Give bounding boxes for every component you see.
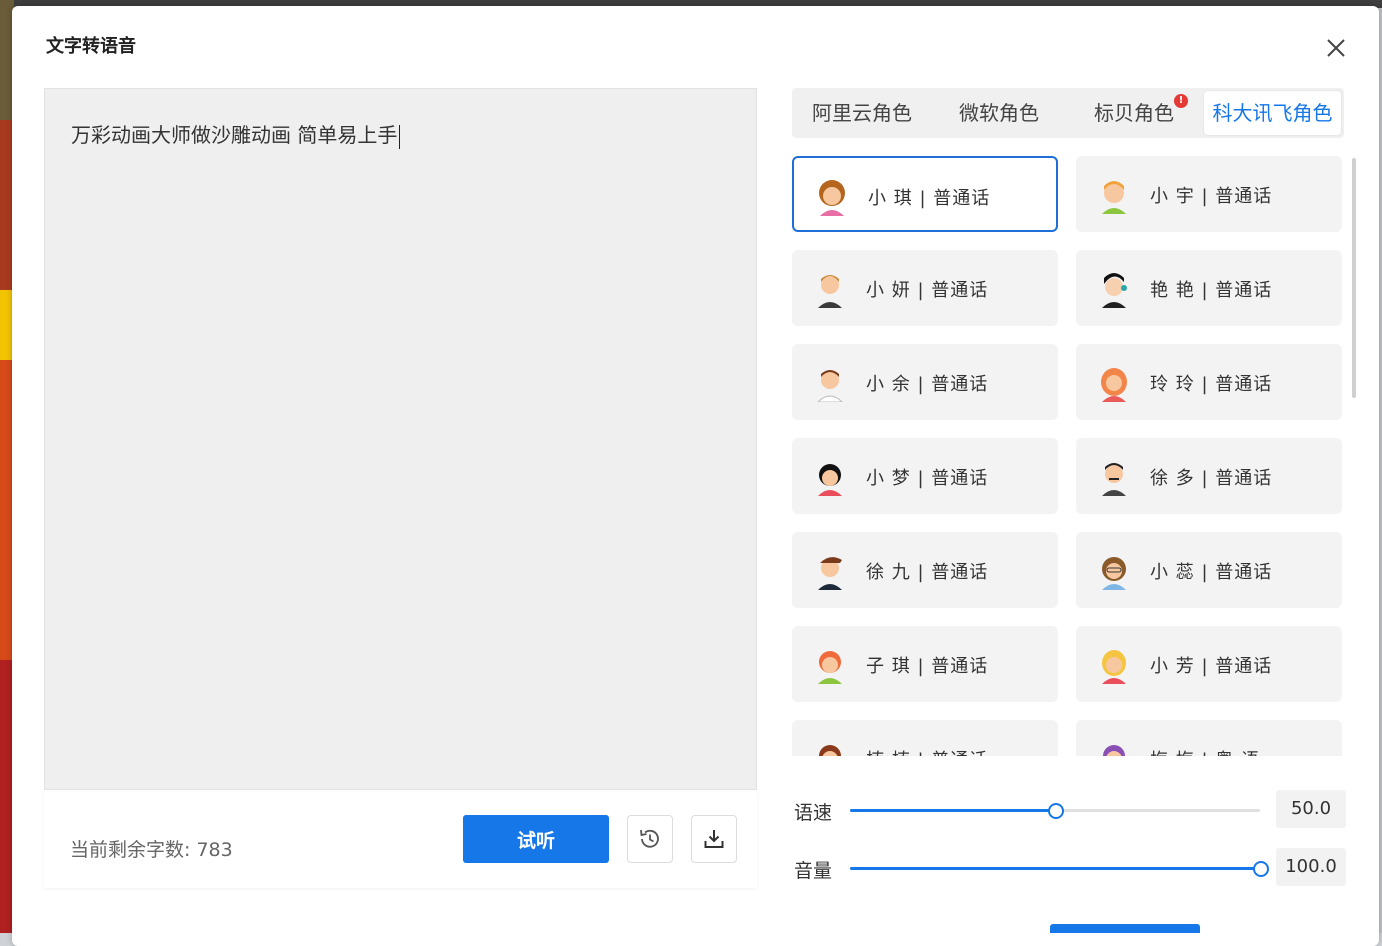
voice-name: 梅 梅 | 粤 语 <box>1150 746 1260 756</box>
voice-card[interactable]: 楠 楠 | 普通话 <box>792 720 1058 756</box>
text-caret <box>399 124 401 149</box>
voice-name: 小 宇 | 普通话 <box>1150 186 1273 207</box>
volume-slider-fill <box>850 867 1260 870</box>
avatar-icon <box>818 651 842 684</box>
voice-name: 小 芳 | 普通话 <box>1150 656 1273 677</box>
voice-name: 徐 九 | 普通话 <box>866 562 989 583</box>
voice-card[interactable]: 徐 九 | 普通话 <box>792 532 1058 608</box>
voice-name: 小 余 | 普通话 <box>866 374 989 395</box>
avatar-icon <box>817 370 843 402</box>
avatar-icon <box>818 275 842 308</box>
dialog-title: 文字转语音 <box>46 36 136 57</box>
voice-name: 小 梦 | 普通话 <box>866 468 989 489</box>
close-button[interactable] <box>1322 34 1350 62</box>
remaining-count: 783 <box>196 839 233 861</box>
remaining-label: 当前剩余字数: <box>70 839 191 861</box>
text-input-area[interactable]: 万彩动画大师做沙雕动画 简单易上手 <box>44 88 757 790</box>
voice-list-scrollbar[interactable] <box>1352 158 1356 398</box>
tab-aliyun[interactable]: 阿里云角色 <box>792 88 932 138</box>
tab-iflytek[interactable]: 科大讯飞角色 <box>1204 91 1341 135</box>
volume-value-input[interactable]: 100.0 <box>1276 848 1346 886</box>
voice-card[interactable]: 梅 梅 | 粤 语 <box>1076 720 1342 756</box>
voice-card[interactable]: 小 妍 | 普通话 <box>792 250 1058 326</box>
voice-list[interactable]: 小 琪 | 普通话 小 宇 | 普通话 小 妍 | 普通话 艳 艳 | 普通话 … <box>792 156 1352 756</box>
download-button[interactable] <box>691 815 737 863</box>
voice-card[interactable]: 小 宇 | 普通话 <box>1076 156 1342 232</box>
avatar-icon <box>1102 557 1126 590</box>
voice-provider-tabs: 阿里云角色 微软角色 标贝角色 ! 科大讯飞角色 <box>792 88 1344 138</box>
history-icon <box>640 829 659 848</box>
text-content: 万彩动画大师做沙雕动画 简单易上手 <box>71 123 398 147</box>
voice-card[interactable]: 艳 艳 | 普通话 <box>1076 250 1342 326</box>
confirm-button-edge[interactable] <box>1050 924 1200 933</box>
speed-control: 语速 50.0 <box>794 790 1354 830</box>
voice-card[interactable]: 小 余 | 普通话 <box>792 344 1058 420</box>
avatar-icon <box>1101 368 1127 402</box>
voice-name: 楠 楠 | 普通话 <box>866 746 988 756</box>
volume-slider[interactable] <box>850 861 1269 877</box>
avatar-icon <box>1102 273 1127 308</box>
avatar-icon <box>1102 181 1126 214</box>
preview-button[interactable]: 试听 <box>463 815 609 863</box>
volume-control: 音量 100.0 <box>794 848 1354 888</box>
new-badge: ! <box>1174 94 1188 108</box>
avatar-icon <box>819 745 841 756</box>
volume-slider-thumb[interactable] <box>1253 861 1269 877</box>
volume-label: 音量 <box>794 860 833 882</box>
tab-microsoft[interactable]: 微软角色 <box>932 88 1066 138</box>
voice-name: 徐 多 | 普通话 <box>1150 468 1273 489</box>
voice-name: 玲 玲 | 普通话 <box>1150 374 1273 395</box>
speed-slider-thumb[interactable] <box>1048 803 1064 819</box>
avatar-icon <box>818 557 842 590</box>
voice-card[interactable]: 小 蕊 | 普通话 <box>1076 532 1342 608</box>
avatar-icon <box>1102 463 1126 496</box>
history-button[interactable] <box>627 815 673 863</box>
avatar-icon <box>1102 650 1126 684</box>
close-icon <box>1327 39 1345 57</box>
voice-card[interactable]: 玲 玲 | 普通话 <box>1076 344 1342 420</box>
voice-card[interactable]: 小 梦 | 普通话 <box>792 438 1058 514</box>
voice-name: 艳 艳 | 普通话 <box>1150 280 1273 301</box>
speed-slider-fill <box>850 809 1055 812</box>
editor-footer: 当前剩余字数: 783 试听 <box>44 792 757 888</box>
voice-name: 小 蕊 | 普通话 <box>1150 562 1273 583</box>
voice-card[interactable]: 子 琪 | 普通话 <box>792 626 1058 702</box>
avatar-icon <box>1103 745 1125 756</box>
avatar-icon <box>818 464 842 496</box>
speed-value-input[interactable]: 50.0 <box>1276 790 1346 828</box>
speed-label: 语速 <box>794 802 833 824</box>
voice-card[interactable]: 小 琪 | 普通话 <box>792 156 1058 232</box>
voice-name: 小 琪 | 普通话 <box>868 188 991 209</box>
voice-card[interactable]: 小 芳 | 普通话 <box>1076 626 1342 702</box>
avatar-icon <box>819 180 845 216</box>
voice-card[interactable]: 徐 多 | 普通话 <box>1076 438 1342 514</box>
voice-name: 子 琪 | 普通话 <box>866 656 989 677</box>
text-to-speech-dialog: 文字转语音 万彩动画大师做沙雕动画 简单易上手 当前剩余字数: 783 试听 阿… <box>12 6 1379 946</box>
voice-name: 小 妍 | 普通话 <box>866 280 989 301</box>
download-icon <box>704 830 724 848</box>
speed-slider[interactable] <box>850 803 1260 819</box>
